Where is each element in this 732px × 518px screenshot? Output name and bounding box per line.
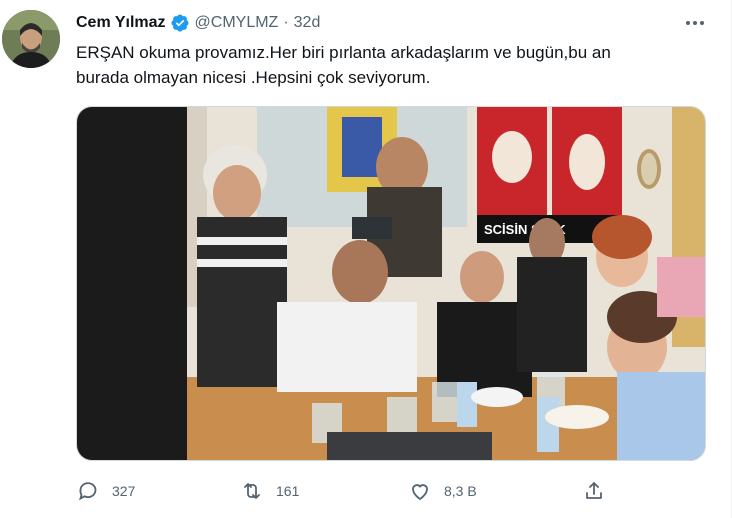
- reply-icon: [76, 479, 100, 503]
- tweet-card[interactable]: Cem Yılmaz @CMYLMZ · 32d ERŞAN okuma pro…: [0, 0, 732, 518]
- share-button[interactable]: [582, 476, 606, 506]
- retweet-count: 161: [276, 483, 300, 499]
- retweet-button[interactable]: 161: [240, 476, 299, 506]
- retweet-icon: [240, 479, 264, 503]
- display-name[interactable]: Cem Yılmaz: [76, 14, 166, 32]
- separator-dot: ·: [283, 14, 289, 31]
- reply-count: 327: [112, 483, 136, 499]
- tweet-photo[interactable]: SCİSİN S ÇİK: [76, 106, 706, 461]
- verified-badge-icon: [170, 13, 190, 33]
- like-count: 8,3 B: [444, 483, 477, 499]
- handle[interactable]: @CMYLMZ: [195, 14, 279, 32]
- share-icon: [582, 479, 606, 503]
- tweet-text-line: ERŞAN okuma provamız.Her biri pırlanta a…: [76, 43, 611, 62]
- reply-button[interactable]: 327: [76, 476, 135, 506]
- tweet-header: Cem Yılmaz @CMYLMZ · 32d: [76, 12, 320, 34]
- more-icon[interactable]: [684, 13, 706, 33]
- timestamp[interactable]: 32d: [294, 14, 321, 32]
- tweet-actions: 327 161 8,3 B: [76, 476, 616, 506]
- tweet-text: ERŞAN okuma provamız.Her biri pırlanta a…: [76, 40, 696, 90]
- like-button[interactable]: 8,3 B: [408, 476, 477, 506]
- tweet-text-line: burada olmayan nicesi .Hepsini çok seviy…: [76, 68, 431, 87]
- avatar[interactable]: [2, 10, 60, 68]
- like-icon: [408, 479, 432, 503]
